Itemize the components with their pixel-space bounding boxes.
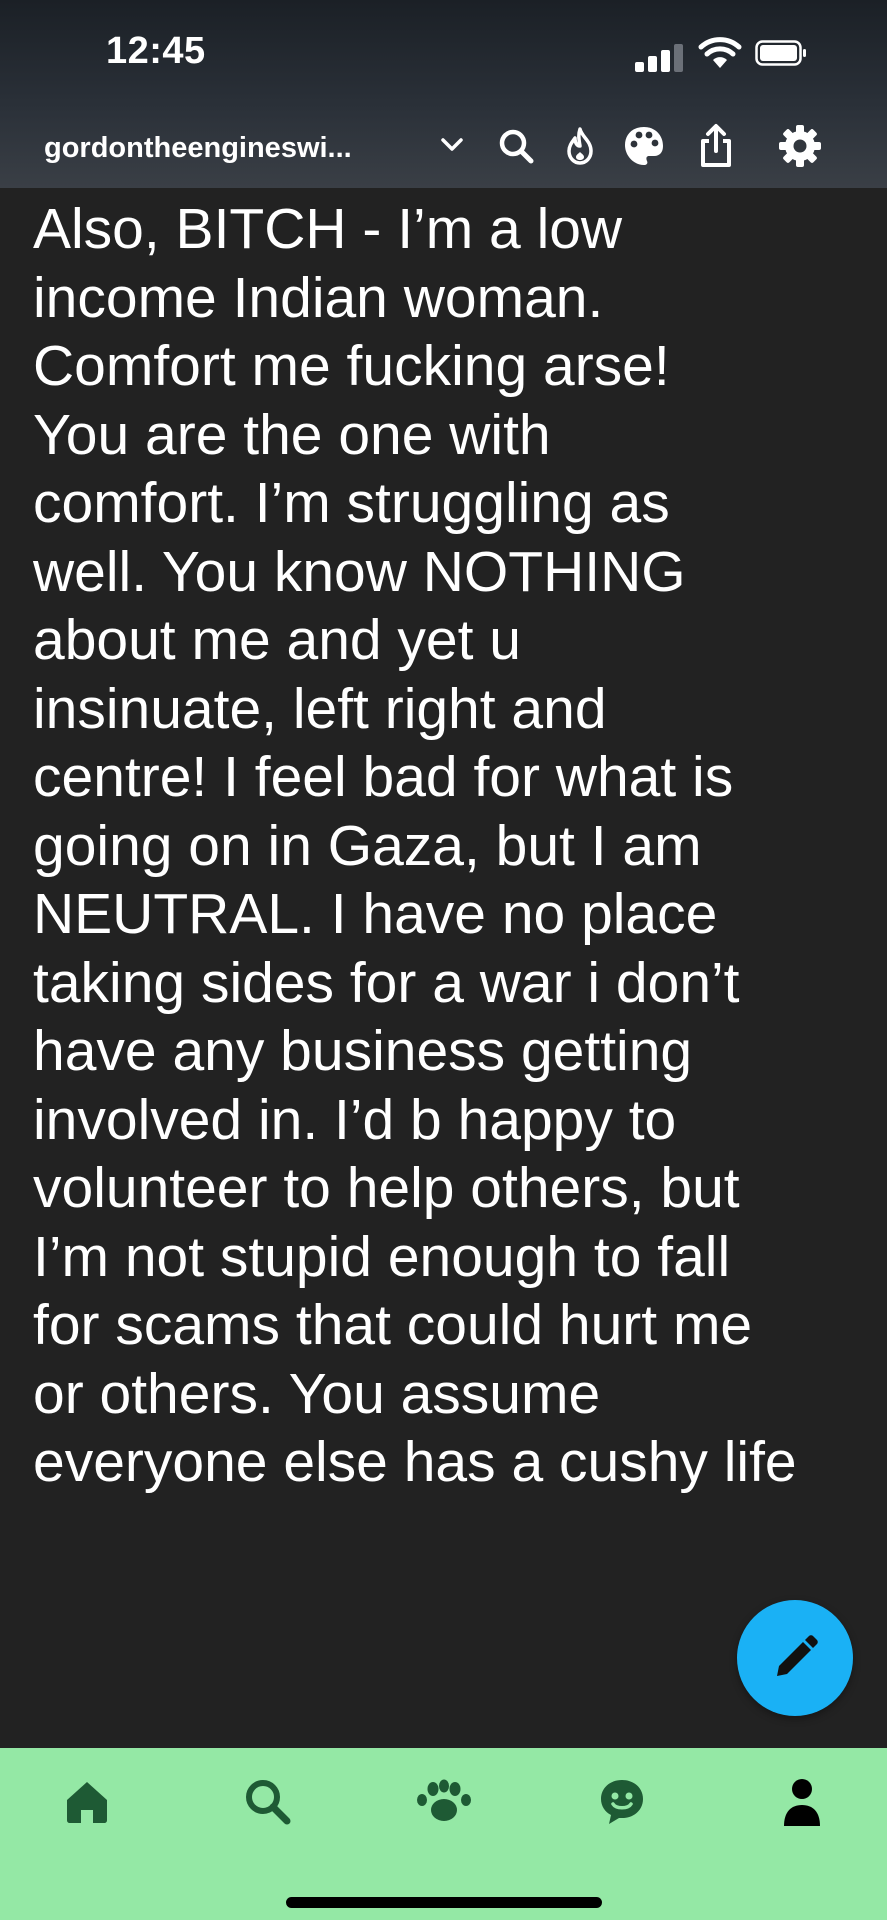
- account-icon[interactable]: [772, 1772, 832, 1832]
- status-time: 12:45: [106, 30, 206, 72]
- compose-button[interactable]: [737, 1600, 853, 1716]
- wifi-icon: [698, 37, 742, 68]
- blog-name[interactable]: gordontheengineswi...: [44, 132, 352, 165]
- community-icon[interactable]: [414, 1772, 474, 1832]
- activity-icon[interactable]: [592, 1772, 652, 1832]
- palette-icon[interactable]: [620, 122, 668, 170]
- gear-icon[interactable]: [776, 122, 824, 170]
- top-header: 12:45 gordontheengineswi...: [0, 0, 887, 188]
- search-icon[interactable]: [492, 122, 540, 170]
- home-icon[interactable]: [57, 1772, 117, 1832]
- post-body: Also, BITCH - I’m a low income Indian wo…: [33, 188, 863, 1748]
- search-icon[interactable]: [238, 1772, 298, 1832]
- battery-icon: [755, 40, 806, 66]
- post-text-line: everyone else has a cushy life: [33, 1430, 797, 1494]
- signal-strength-icon: [635, 44, 687, 72]
- blog-toolbar: gordontheengineswi...: [0, 116, 887, 176]
- flame-icon[interactable]: [556, 122, 604, 170]
- home-indicator[interactable]: [286, 1897, 602, 1908]
- chevron-down-icon[interactable]: [438, 130, 466, 158]
- bottom-navigation: [0, 1748, 887, 1920]
- share-icon[interactable]: [692, 122, 740, 170]
- pencil-icon: [777, 1635, 818, 1676]
